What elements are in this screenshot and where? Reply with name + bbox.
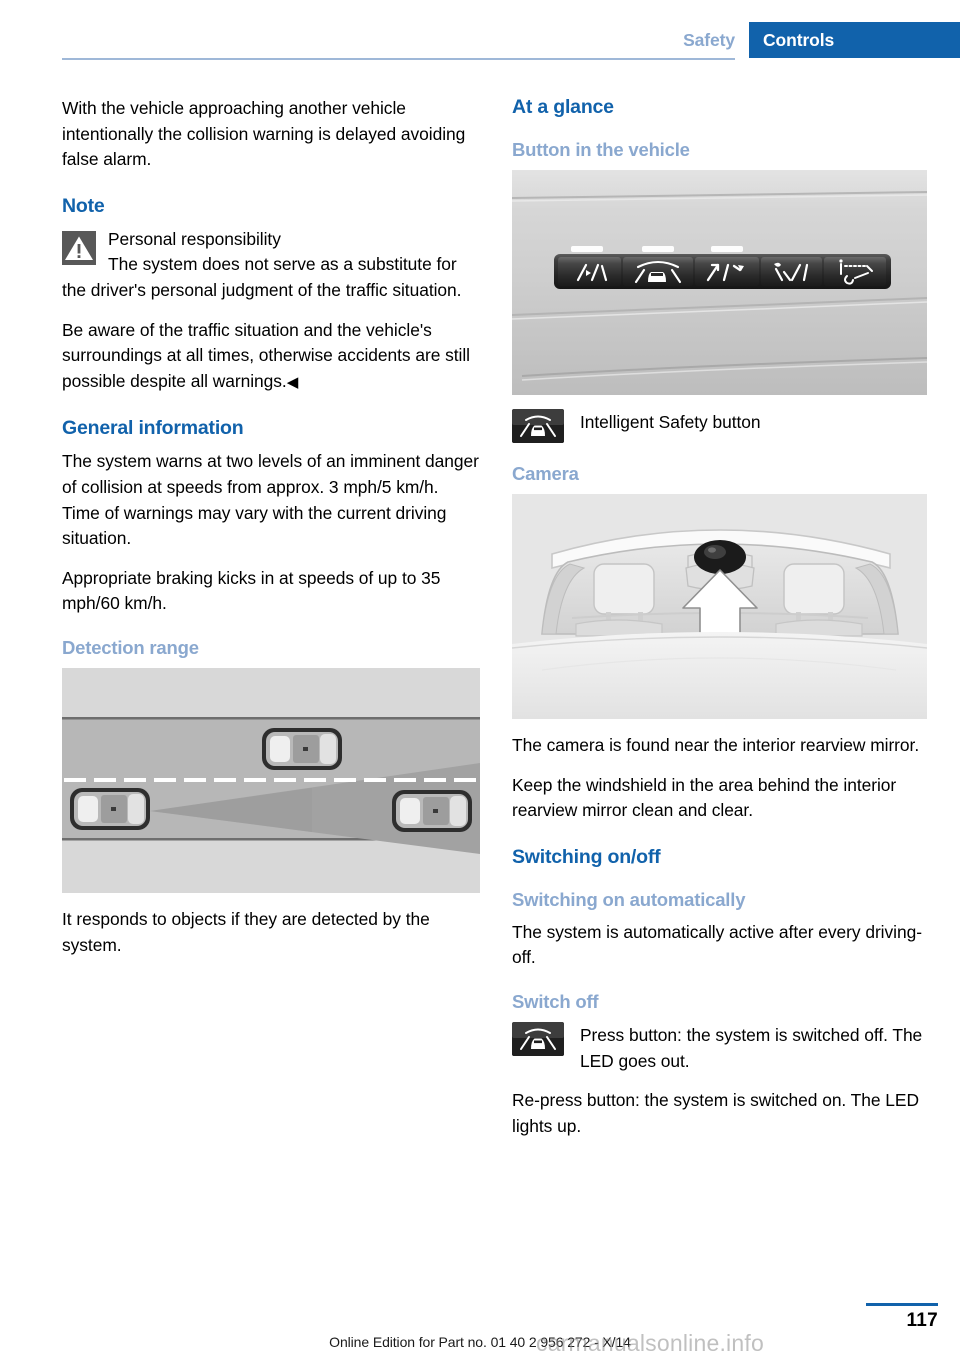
intelligent-safety-button-label: Intelligent Safety button	[580, 412, 761, 432]
general-paragraph-2: Appropriate braking kicks in at speeds o…	[62, 567, 441, 614]
warning-triangle-icon	[62, 230, 96, 265]
note-title-wrap: Personal responsibility	[62, 227, 480, 253]
right-column: At a glance Button in the vehicle Intell…	[512, 96, 930, 1153]
note-paragraph-2-text: Be aware of the traffic situation and th…	[62, 319, 470, 391]
switch-off-paragraph-1: Press button: the system is switched off…	[580, 1024, 923, 1071]
heading-detection-range: Detection range	[62, 636, 199, 658]
heading-at-a-glance: At a glance	[512, 96, 614, 118]
button-strip-photo	[512, 170, 927, 395]
heading-button-in-the-vehicle: Button in the vehicle	[512, 139, 690, 160]
camera-location-figure	[512, 494, 927, 719]
header-divider	[62, 58, 735, 60]
tab-safety[interactable]: Safety	[669, 22, 749, 58]
note-paragraph-1: The system does not serve as a substitut…	[62, 254, 462, 300]
note-paragraph-1-wrap: The system does not serve as a substitut…	[62, 252, 480, 303]
heading-switching-on-automatically: Switching on automatically	[512, 888, 746, 910]
switch-off-row: Press button: the system is switched off…	[512, 1021, 930, 1074]
page-number: 117	[906, 1310, 938, 1331]
camera-paragraph-1: The camera is found near the interior re…	[512, 735, 920, 755]
intelligent-safety-button-icon-switch-off	[512, 1021, 564, 1056]
page-header: Safety Controls	[0, 0, 960, 62]
intro-paragraph: With the vehicle approaching another veh…	[62, 98, 466, 170]
detection-paragraph: It responds to objects if they are detec…	[62, 908, 430, 955]
footer-edition-text: Online Edition for Part no. 01 40 2 956 …	[329, 1334, 631, 1350]
switch-off-paragraph-2: Re-press button: the system is switched …	[512, 1090, 919, 1136]
camera-paragraph-2: Keep the windshield in the area behind t…	[512, 774, 897, 821]
intelligent-safety-button-icon	[512, 409, 564, 443]
general-paragraph-1: The system warns at two levels of an imm…	[62, 451, 479, 549]
note-title: Personal responsibility	[108, 228, 281, 249]
note-paragraph-2: Be aware of the traffic situation and th…	[62, 318, 480, 396]
heading-camera: Camera	[512, 463, 579, 484]
note-end-mark: ◀	[286, 373, 299, 391]
note-block: Personal responsibility The system does …	[62, 227, 480, 304]
left-column: With the vehicle approaching another veh…	[62, 96, 480, 972]
header-tab-bar: Safety Controls	[669, 22, 960, 58]
heading-general-information: General information	[62, 417, 244, 440]
footer-page-rule	[866, 1303, 938, 1306]
tab-controls[interactable]: Controls	[749, 22, 960, 58]
heading-switching-on-off: Switching on/off	[512, 845, 661, 868]
intelligent-safety-button-row: Intelligent Safety button	[512, 409, 930, 443]
switching-on-paragraph: The system is automatically active after…	[512, 921, 922, 968]
heading-switch-off: Switch off	[512, 990, 599, 1012]
detection-range-figure	[62, 667, 480, 893]
heading-note: Note	[62, 194, 105, 217]
